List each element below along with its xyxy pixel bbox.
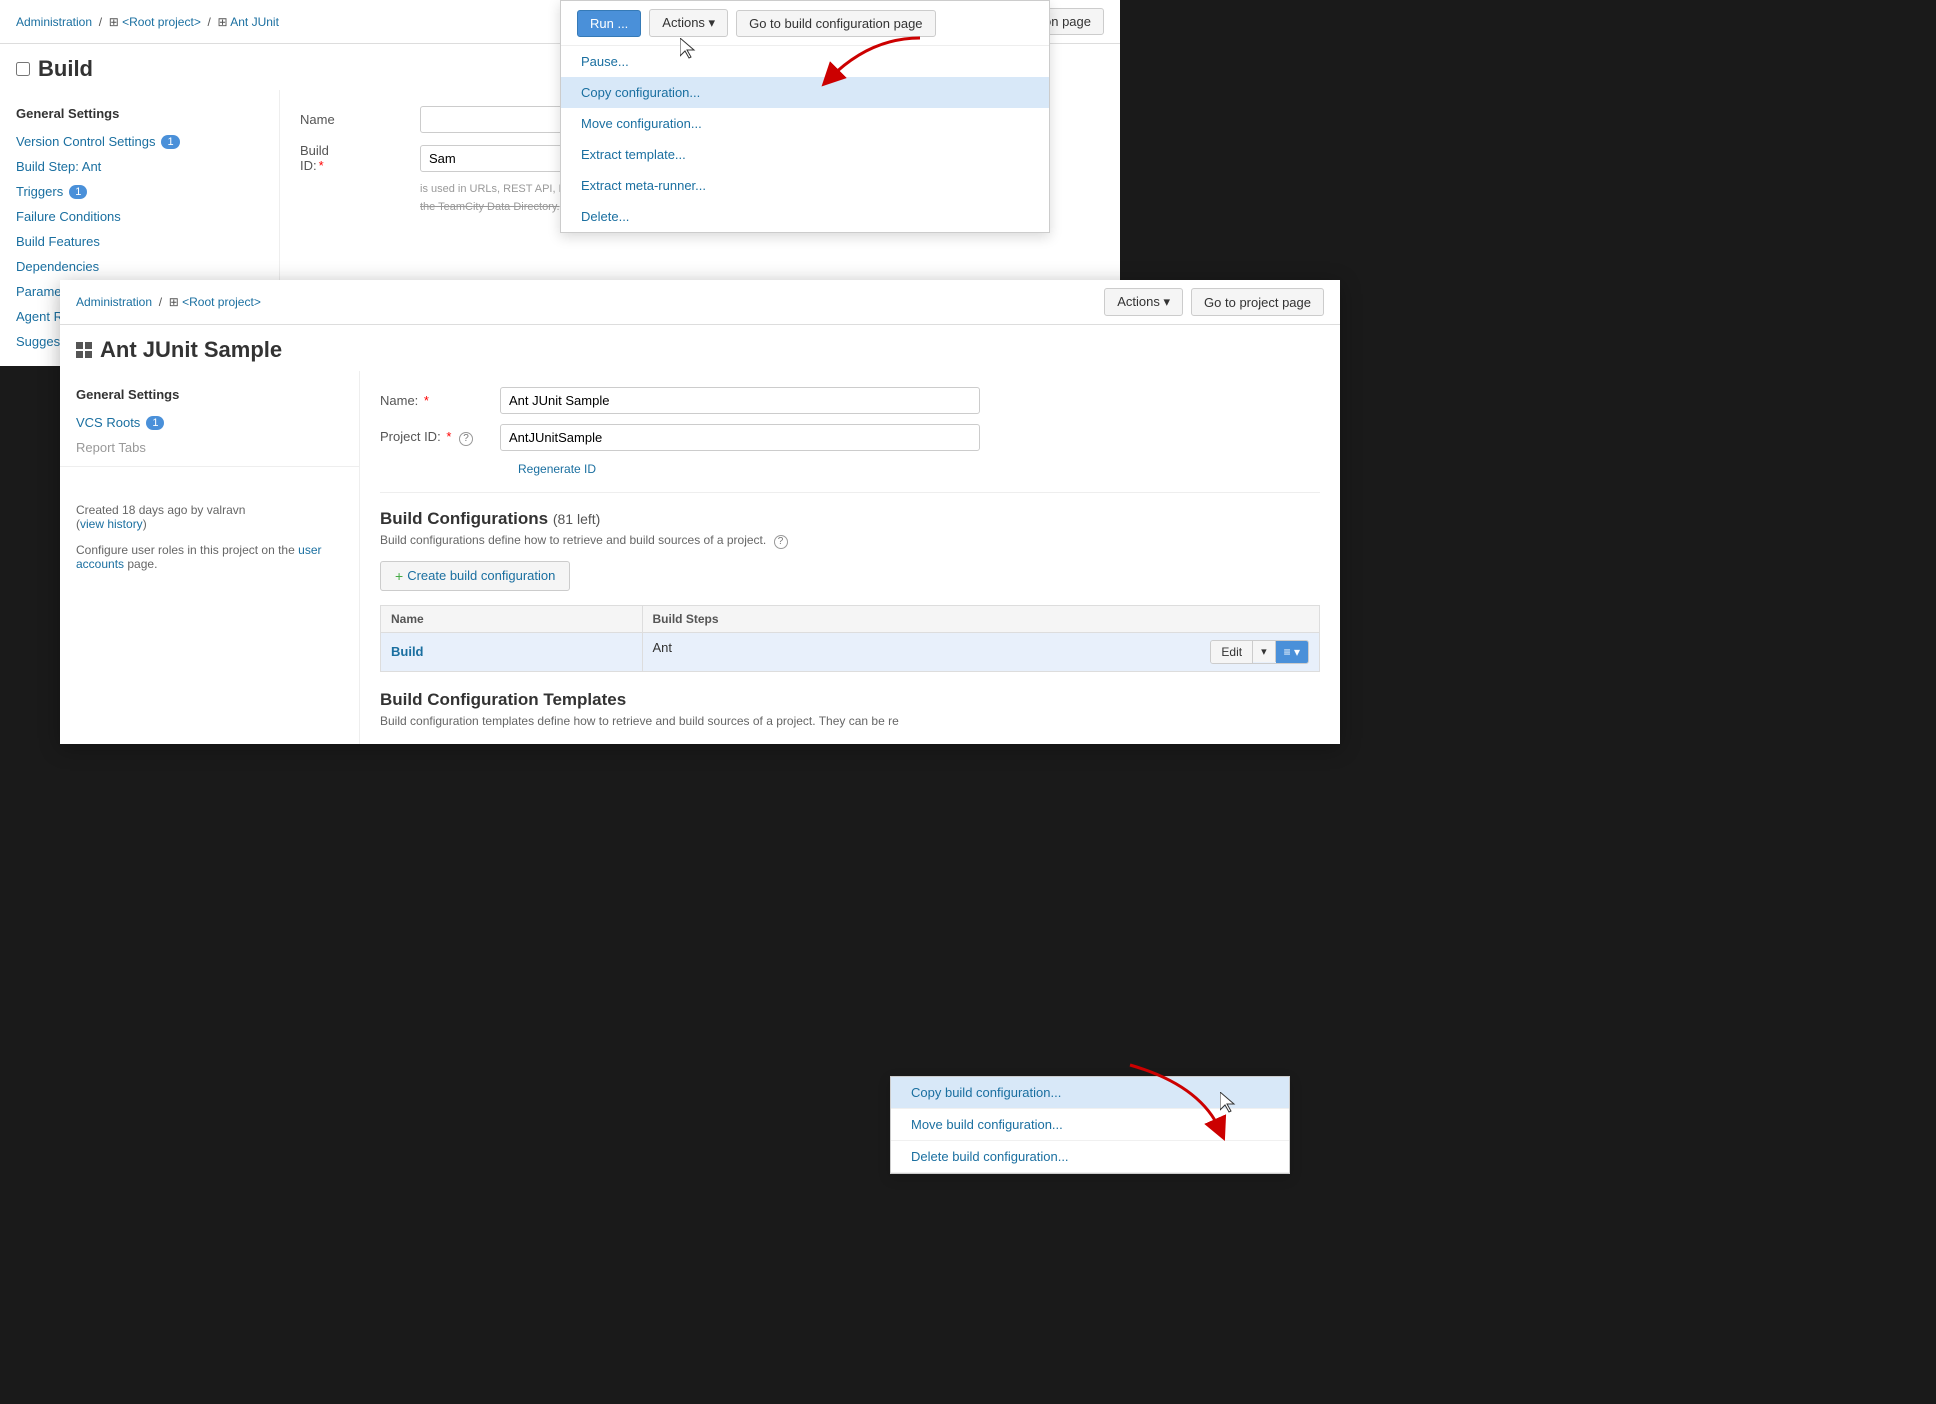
edit-main-btn[interactable]: Edit [1211,641,1253,663]
fg-sidebar-report-tabs: Report Tabs [60,435,359,460]
fg-main: Name: * Project ID: * ? Regenerate ID Bu… [360,371,1340,744]
menu-delete[interactable]: Delete... [561,201,1049,232]
fg-sidebar-heading: General Settings [60,383,359,410]
sidebar-item-features[interactable]: Build Features [0,229,279,254]
help-icon[interactable]: ? [459,432,473,446]
row-steps-cell: Ant Edit ▾ ≡ ▾ [642,632,1320,671]
arrow-top-annotation [810,28,930,108]
sidebar-item-vcs[interactable]: Version Control Settings 1 [0,129,279,154]
top-dropdown-menu: Pause... Copy configuration... Move conf… [561,46,1049,232]
menu-move-config[interactable]: Move configuration... [561,108,1049,139]
sidebar-triggers-label: Triggers [16,184,63,199]
edit-more-btn[interactable]: ≡ ▾ [1276,641,1308,663]
fg-name-input[interactable] [500,387,980,414]
fg-title-text: Ant JUnit Sample [100,337,282,363]
menu-copy-config[interactable]: Copy configuration... [561,77,1049,108]
fg-page-title: Ant JUnit Sample [60,325,1340,371]
sidebar-deps-label: Dependencies [16,259,99,274]
fg-id-label: Project ID: * ? [380,429,500,446]
sidebar-item-deps[interactable]: Dependencies [0,254,279,279]
fg-header: Administration / ⊞ <Root project> Action… [60,280,1340,325]
fg-id-row: Project ID: * ? [380,424,1320,451]
sidebar-item-buildstep[interactable]: Build Step: Ant [0,154,279,179]
col-build-steps: Build Steps [642,605,1320,632]
fg-content: General Settings VCS Roots 1 Report Tabs… [60,371,1340,744]
cursor-bottom [1220,1092,1240,1116]
fg-vcs-label: VCS Roots [76,415,140,430]
fg-id-input[interactable] [500,424,980,451]
fg-breadcrumb: Administration / ⊞ <Root project> [76,295,261,309]
cursor-top [680,38,700,62]
fg-breadcrumb-grid-icon: ⊞ [169,295,179,309]
fg-goto-project-button[interactable]: Go to project page [1191,288,1324,316]
fg-name-label: Name: * [380,393,500,408]
build-steps-text: Ant [653,640,673,655]
bg-breadcrumb: Administration / ⊞ <Root project> / ⊞ An… [16,15,279,29]
col-name: Name [381,605,643,632]
breadcrumb-ant-link[interactable]: Ant JUnit [230,15,279,29]
fg-grid-icon [76,342,92,358]
breadcrumb-root-link[interactable]: <Root project> [122,15,201,29]
menu-extract-template[interactable]: Extract template... [561,139,1049,170]
build-configs-title: Build Configurations (81 left) [380,509,1320,529]
build-configs-help-icon[interactable]: ? [774,535,788,549]
table-row: Build Ant Edit ▾ ≡ ▾ [381,632,1320,671]
fg-regen-row: Regenerate ID [510,461,1320,476]
fg-actions-button[interactable]: Actions ▾ [1104,288,1183,316]
top-actions-dropdown: Run ... Actions ▾ Go to build configurat… [560,0,1050,233]
breadcrumb-grid-icon: ⊞ [109,15,119,29]
sidebar-buildstep-label: Build Step: Ant [16,159,101,174]
templates-title: Build Configuration Templates [380,690,1320,710]
menu-extract-meta[interactable]: Extract meta-runner... [561,170,1049,201]
table-header: Name Build Steps [381,605,1320,632]
configure-span: Configure user roles in this project on … [76,543,295,557]
created-text: Created 18 days ago by valravn (view his… [76,503,343,531]
id-label: BuildID:* [300,143,420,173]
row-name-cell: Build [381,632,643,671]
build-configs-table: Name Build Steps Build Ant Edit [380,605,1320,672]
menu-pause[interactable]: Pause... [561,46,1049,77]
build-configs-desc: Build configurations define how to retri… [380,533,1320,549]
fg-header-actions: Actions ▾ Go to project page [1104,288,1324,316]
sidebar-failure-label: Failure Conditions [16,209,121,224]
sidebar-vcs-badge: 1 [161,135,179,149]
regenerate-id-link[interactable]: Regenerate ID [518,462,596,476]
fg-report-tabs-label: Report Tabs [76,440,146,455]
templates-desc: Build configuration templates define how… [380,714,1320,728]
top-dropdown-header: Run ... Actions ▾ Go to build configurat… [561,1,1049,46]
sidebar-triggers-badge: 1 [69,185,87,199]
menu-delete-build[interactable]: Delete build configuration... [891,1141,1289,1173]
sidebar-features-label: Build Features [16,234,100,249]
fg-sidebar-vcs[interactable]: VCS Roots 1 [60,410,359,435]
page-title-text: Build [38,56,93,82]
view-history-link[interactable]: view history [80,517,143,531]
configure-span2: page. [127,557,157,571]
configure-roles-text: Configure user roles in this project on … [76,543,343,571]
create-build-config-button[interactable]: + Create build configuration [380,561,570,591]
build-checkbox[interactable] [16,62,30,76]
name-label: Name [300,112,420,127]
fg-actions-label: Actions [1117,294,1160,309]
sidebar-item-failure[interactable]: Failure Conditions [0,204,279,229]
fg-sidebar: General Settings VCS Roots 1 Report Tabs… [60,371,360,744]
fg-breadcrumb-admin[interactable]: Administration [76,295,152,309]
sidebar-vcs-label: Version Control Settings [16,134,155,149]
edit-dropdown-btn[interactable]: ▾ [1253,641,1276,662]
fg-vcs-badge: 1 [146,416,164,430]
edit-btn-group: Edit ▾ ≡ ▾ [1210,640,1309,664]
create-btn-label: Create build configuration [407,568,555,583]
actions-btn-dd[interactable]: Actions ▾ [649,9,728,37]
created-text-span: Created 18 days ago by valravn [76,503,245,517]
run-btn-dd[interactable]: Run ... [577,10,641,37]
breadcrumb-admin-link[interactable]: Administration [16,15,92,29]
fg-window: Administration / ⊞ <Root project> Action… [60,280,1340,744]
sidebar-item-triggers[interactable]: Triggers 1 [0,179,279,204]
plus-icon: + [395,568,403,584]
fg-sidebar-footer: Created 18 days ago by valravn (view his… [60,487,359,587]
build-name-link[interactable]: Build [391,644,424,659]
fg-breadcrumb-root[interactable]: <Root project> [182,295,261,309]
bg-sidebar-heading: General Settings [0,102,279,129]
breadcrumb-grid2-icon: ⊞ [218,15,228,29]
fg-name-row: Name: * [380,387,1320,414]
